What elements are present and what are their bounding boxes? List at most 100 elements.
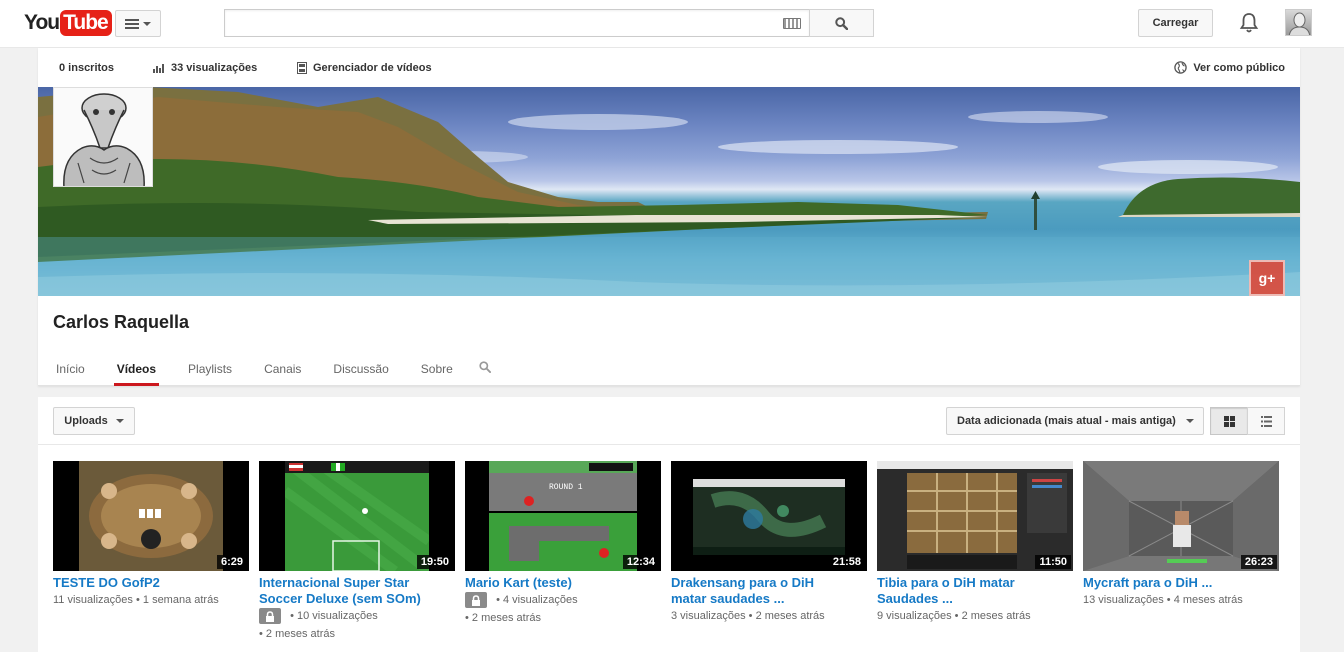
video-item: 21:58 Drakensang para o DiH matar saudad… [671,461,867,643]
lock-icon [472,594,480,606]
video-item: 19:50 Internacional Super Star Soccer De… [259,461,455,643]
video-manager-icon [297,61,307,74]
video-meta: • 10 visualizações • 2 meses atrás [259,607,455,643]
video-thumbnail[interactable]: 11:50 [877,461,1073,571]
grid-view-button[interactable] [1210,407,1248,435]
video-age: 4 meses atrás [1173,594,1243,606]
alien-avatar-image [54,88,152,186]
video-age: 2 meses atrás [471,612,542,624]
video-views: 10 visualizações [296,610,378,622]
list-view-button[interactable] [1247,407,1285,435]
logo-you-text: You [24,11,60,34]
video-views: 9 visualizações [877,610,952,622]
meta-separator: • [465,612,469,624]
video-thumbnail[interactable]: 21:58 [671,461,867,571]
video-thumbnail[interactable]: 26:23 [1083,461,1279,571]
video-meta: 9 visualizações • 2 meses atrás [877,607,1073,625]
user-avatar-icon [1288,12,1311,35]
mario-kart-thumbnail: ROUND 1 [489,461,637,571]
uploads-dropdown-label: Uploads [64,415,108,427]
guide-menu-button[interactable] [115,10,161,37]
video-thumbnail[interactable]: 19:50 [259,461,455,571]
tab-inicio[interactable]: Início [53,356,88,386]
video-grid: 6:29 TESTE DO GofP2 11 visualizações • 1… [53,461,1289,643]
video-title-link[interactable]: Internacional Super Star Soccer Deluxe (… [259,575,455,607]
grid-icon [1223,415,1235,427]
account-avatar[interactable] [1285,9,1312,36]
globe-icon [1174,61,1188,74]
video-views: 13 visualizações [1083,594,1164,606]
channel-avatar[interactable] [53,87,153,187]
masthead: You Tube BR Carregar [0,0,1344,48]
video-age: 1 semana atrás [142,594,219,606]
channel-banner [38,87,1300,296]
subscriber-count[interactable]: 0 inscritos [59,62,114,74]
channel-search-button[interactable] [476,356,494,386]
bar-chart-icon [153,63,164,73]
subscriber-count-label: 0 inscritos [59,61,115,74]
drakensang-thumbnail [693,461,845,571]
video-title-line1: Mario Kart (teste) [465,575,572,590]
google-plus-button[interactable]: g+ [1249,260,1285,296]
video-title-line1: Tibia para o DiH matar [877,575,1015,590]
video-title-line1: Drakensang para o DiH [671,575,815,590]
meta-separator: • [290,610,294,622]
keyboard-icon[interactable] [783,18,801,29]
private-lock-badge [465,592,487,609]
soccer-game-thumbnail [285,461,429,571]
video-title-link[interactable]: Drakensang para o DiH matar saudades ... [671,575,867,607]
bell-icon[interactable] [1239,12,1259,34]
video-title-link[interactable]: Mario Kart (teste) [465,575,661,591]
tab-sobre[interactable]: Sobre [418,356,456,386]
view-as-public-link[interactable]: Ver como público [1174,61,1285,74]
youtube-logo[interactable]: You Tube BR [24,10,129,36]
video-thumbnail[interactable]: 6:29 [53,461,249,571]
chevron-down-icon [143,21,151,26]
video-title-line1: TESTE DO GofP2 [53,575,160,590]
video-duration: 26:23 [1240,555,1277,569]
video-title-link[interactable]: Tibia para o DiH matar Saudades ... [877,575,1073,607]
owner-bar: 0 inscritos 33 visualizações Gerenciador… [38,48,1300,87]
hamburger-icon [125,18,139,29]
tab-videos[interactable]: Vídeos [113,356,160,386]
video-item: 6:29 TESTE DO GofP2 11 visualizações • 1… [53,461,249,643]
video-views: 4 visualizações [502,594,578,606]
poker-game-thumbnail [79,461,223,571]
channel-header: 0 inscritos 33 visualizações Gerenciador… [38,48,1300,386]
video-title-link[interactable]: TESTE DO GofP2 [53,575,249,591]
video-duration: 6:29 [216,555,247,569]
video-manager-link[interactable]: Gerenciador de vídeos [297,61,432,74]
tab-playlists[interactable]: Playlists [185,356,235,386]
meta-separator: • [135,594,140,606]
video-manager-label: Gerenciador de vídeos [313,61,432,74]
video-duration: 11:50 [1035,555,1071,569]
video-item: ROUND 1 12:34 Mario Kart (teste) • 4 vis… [465,461,661,643]
video-views: 3 visualizações [671,610,746,622]
search-input[interactable] [225,10,765,36]
video-age: 2 meses atrás [265,628,336,640]
video-duration: 19:50 [416,555,453,569]
banner-landscape [38,87,1300,296]
sort-dropdown-label: Data adicionada (mais atual - mais antig… [957,415,1176,427]
chevron-down-icon [1185,419,1194,423]
upload-button[interactable]: Carregar [1138,9,1213,37]
video-meta: • 4 visualizações • 2 meses atrás [465,591,661,627]
video-meta: 3 visualizações • 2 meses atrás [671,607,867,625]
video-item: 26:23 Mycraft para o DiH ... 13 visualiz… [1083,461,1279,643]
views-stat[interactable]: 33 visualizações [153,62,257,74]
search-button[interactable] [809,9,874,37]
video-thumbnail[interactable]: ROUND 1 12:34 [465,461,661,571]
uploads-dropdown[interactable]: Uploads [53,407,135,435]
views-stat-label: 33 visualizações [171,61,258,74]
list-icon [1260,415,1272,427]
video-title-link[interactable]: Mycraft para o DiH ... [1083,575,1279,591]
meta-separator: • [1166,594,1171,606]
tab-discussao[interactable]: Discussão [330,356,391,386]
videos-toolbar: Uploads Data adicionada (mais atual - ma… [38,397,1300,445]
lock-icon [266,610,274,622]
video-views: 11 visualizações [53,594,133,606]
videos-section: Uploads Data adicionada (mais atual - ma… [38,397,1300,652]
sort-dropdown[interactable]: Data adicionada (mais atual - mais antig… [946,407,1204,435]
tab-canais[interactable]: Canais [261,356,304,386]
channel-tabs: Início Vídeos Playlists Canais Discussão… [53,356,520,386]
